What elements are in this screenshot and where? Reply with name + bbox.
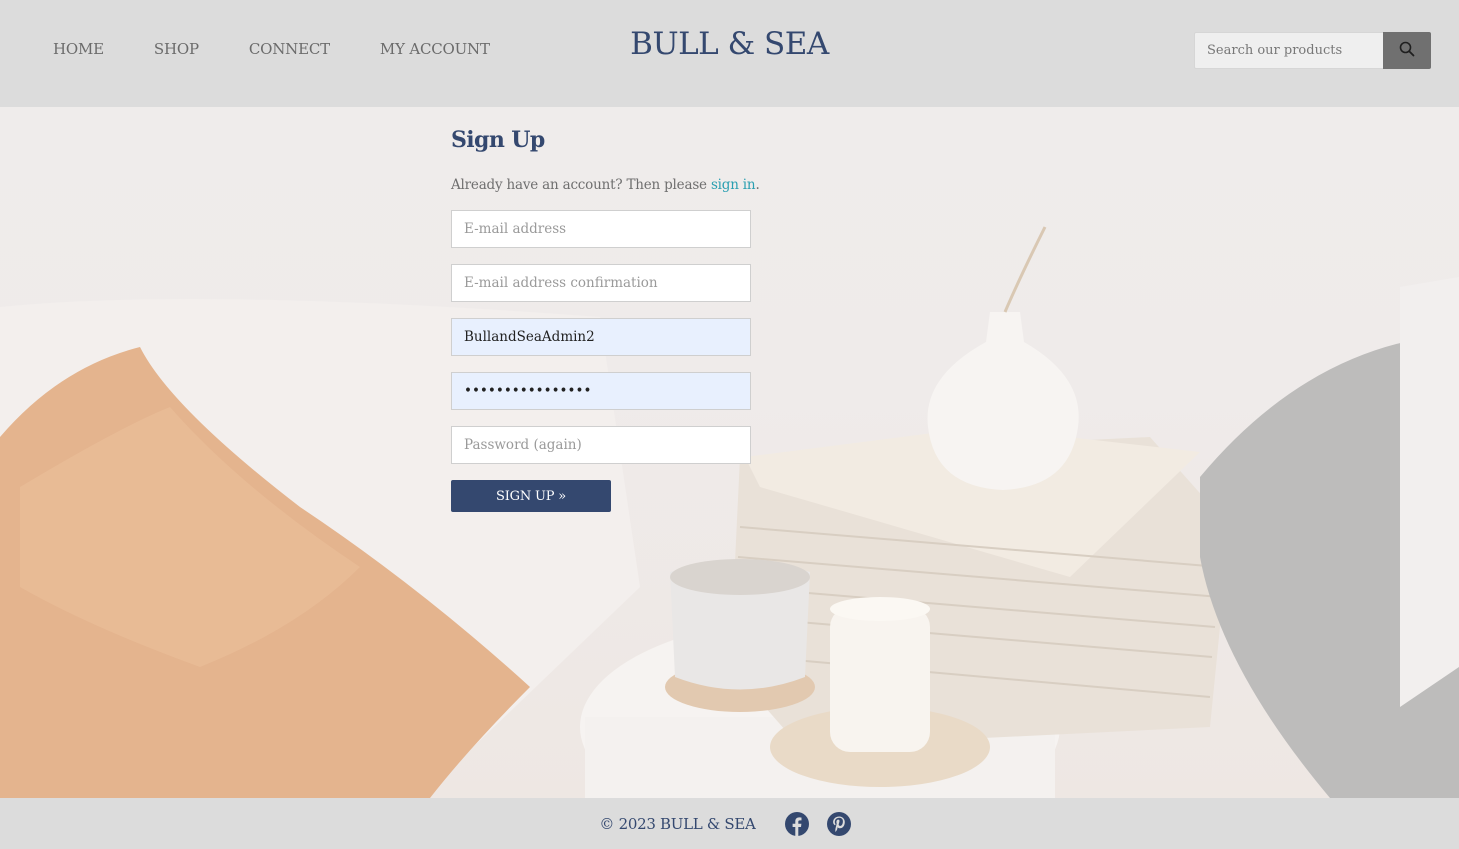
signin-prompt-suffix: . [755,177,760,193]
password-again-field[interactable] [451,426,751,464]
email-confirmation-field[interactable] [451,264,751,302]
copyright-text: © 2023 BULL & SEA [599,814,756,833]
email-field[interactable] [451,210,751,248]
page-title: Sign Up [451,127,545,153]
site-footer: © 2023 BULL & SEA [0,798,1459,849]
username-field[interactable] [451,318,751,356]
search-icon [1399,41,1415,60]
sign-up-button[interactable]: SIGN UP » [451,480,611,512]
pinterest-icon[interactable] [826,811,851,836]
search-bar [1194,32,1431,69]
site-header: HOME SHOP CONNECT MY ACCOUNT BULL & SEA [0,0,1459,107]
facebook-icon[interactable] [784,811,809,836]
signin-prompt-text: Already have an account? Then please [451,177,711,193]
search-button[interactable] [1383,32,1431,69]
brand-logo[interactable]: BULL & SEA [630,26,829,62]
sign-in-link[interactable]: sign in [711,177,756,193]
signin-prompt: Already have an account? Then please sig… [451,177,771,193]
search-input[interactable] [1194,32,1383,69]
hero-section: Sign Up Already have an account? Then pl… [0,107,1459,798]
signup-form: Sign Up Already have an account? Then pl… [451,127,771,512]
password-field[interactable] [451,372,751,410]
